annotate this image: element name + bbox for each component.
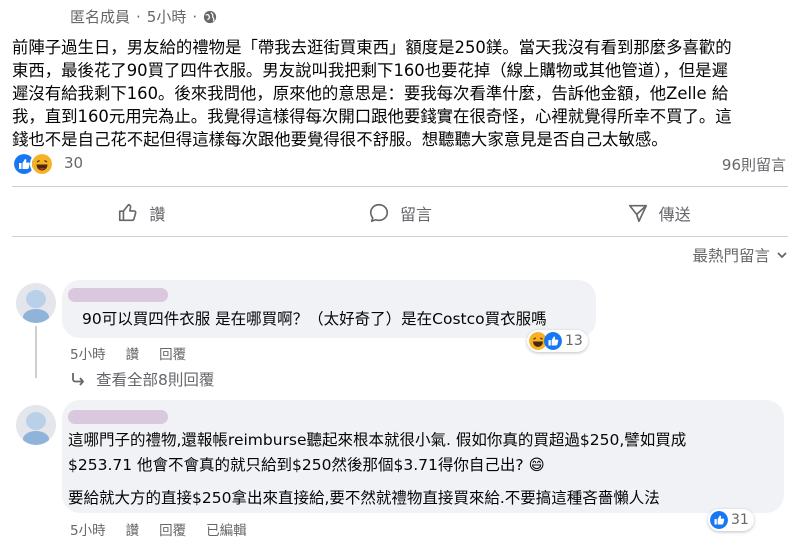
sort-label: 最熱門留言 — [692, 247, 770, 265]
post-line: 遲沒有給我剩下160。後來我問他，原來他的意思是：要我每次看準什麼，告訴他金額，… — [12, 84, 729, 103]
comment-like-button[interactable]: 讚 — [126, 343, 140, 363]
post-line: 東西，最後花了90買了四件衣服。男友說叫我把剩下160也要花掉（線上購物或其他管… — [12, 61, 728, 80]
comment-meta: 5小時 讚 回覆 — [70, 343, 186, 363]
post-meta: 匿名成員 · 5小時 · — [70, 6, 217, 27]
comment-sort-dropdown[interactable]: 最熱門留言 — [692, 244, 788, 266]
comment-text: $253.71 他會不會真的就只給到$250然後那個$3.71得你自己出? 😄 — [68, 456, 545, 474]
thumbs-up-icon — [119, 203, 137, 222]
post-line: 前陣子過生日，男友給的禮物是「帶我去逛街買東西」額度是250鎂。當天我沒有看到那… — [12, 38, 732, 57]
like-label: 讚 — [149, 205, 166, 224]
separator-dot: · — [192, 7, 198, 26]
meta-separator: · — [136, 7, 141, 26]
send-label: 傳送 — [658, 205, 691, 224]
post-line: 錢也不是自己花不起但得這樣每次跟他要覺得很不舒服。想聽聽大家意見是否自己太敏感。 — [12, 130, 668, 149]
comment-text: 這哪門子的禮物,還報帳reimburse聽起來根本就很小氣. 假如你真的買超過$… — [68, 431, 687, 449]
view-replies-label: 查看全部8則回覆 — [96, 371, 215, 389]
globe-icon — [204, 10, 217, 23]
like-reaction-icon — [544, 332, 562, 350]
comment-button[interactable]: 留言 — [271, 192, 530, 234]
redacted-name — [68, 288, 168, 302]
like-button[interactable]: 讚 — [12, 192, 271, 234]
reaction-icons[interactable] — [12, 152, 54, 176]
post-time[interactable]: 5小時 — [147, 6, 187, 27]
comment-bubble: 這哪門子的禮物,還報帳reimburse聽起來根本就很小氣. 假如你真的買超過$… — [62, 400, 784, 513]
reply-arrow-icon — [72, 373, 85, 386]
comment-meta: 5小時 讚 回覆 已編輯 — [70, 519, 247, 539]
comment-reply-button[interactable]: 回覆 — [159, 343, 186, 363]
reactions-summary: 30 96則留言 — [12, 150, 788, 176]
comment-reactions[interactable]: 31 — [708, 509, 754, 531]
redacted-name — [68, 410, 168, 424]
thread-line — [35, 326, 37, 378]
send-icon — [628, 204, 647, 223]
send-button[interactable]: 傳送 — [529, 192, 788, 234]
comment-reply-button[interactable]: 回覆 — [159, 519, 186, 539]
comment-time[interactable]: 5小時 — [70, 519, 106, 539]
chevron-down-icon — [777, 252, 787, 259]
comment-icon — [369, 203, 389, 223]
like-reaction-icon — [710, 511, 728, 529]
post-body: 前陣子過生日，男友給的禮物是「帶我去逛街買東西」額度是250鎂。當天我沒有看到那… — [12, 36, 788, 151]
haha-reaction-icon — [30, 152, 54, 176]
comment-avatar[interactable] — [16, 405, 56, 445]
post-author[interactable]: 匿名成員 — [70, 6, 130, 27]
divider — [12, 186, 788, 187]
comment-time[interactable]: 5小時 — [70, 343, 106, 363]
post-line: 我，直到160元用完為止。我覺得這樣得每次開口跟他要錢實在很奇怪，心裡就覺得所幸… — [12, 107, 732, 126]
post-action-bar: 讚 留言 傳送 — [12, 192, 788, 234]
comment-text: 90可以買四件衣服 是在哪買啊？（太好奇了）是在Costco買衣服嗎 — [82, 310, 547, 328]
comment-bubble: 90可以買四件衣服 是在哪買啊？（太好奇了）是在Costco買衣服嗎 — [62, 280, 596, 338]
comment-count[interactable]: 96則留言 — [722, 154, 786, 175]
comment-reactions[interactable]: 13 — [527, 330, 588, 352]
comment-like-button[interactable]: 讚 — [126, 519, 140, 539]
reaction-count[interactable]: 30 — [64, 154, 83, 172]
divider — [12, 236, 788, 237]
view-replies-link[interactable]: 查看全部8則回覆 — [70, 368, 214, 390]
comment-reaction-count: 13 — [565, 333, 583, 349]
comment-text: 要給就大方的直接$250拿出來直接給,要不然就禮物直接買來給.不要搞這種吝嗇懶人… — [68, 489, 660, 507]
comment-label: 留言 — [400, 205, 433, 224]
avatar-icon — [16, 283, 56, 323]
comment-avatar[interactable] — [16, 283, 56, 323]
avatar-icon — [16, 405, 56, 445]
comment-edited-label: 已編輯 — [206, 523, 247, 539]
comment-reaction-count: 31 — [731, 512, 749, 528]
